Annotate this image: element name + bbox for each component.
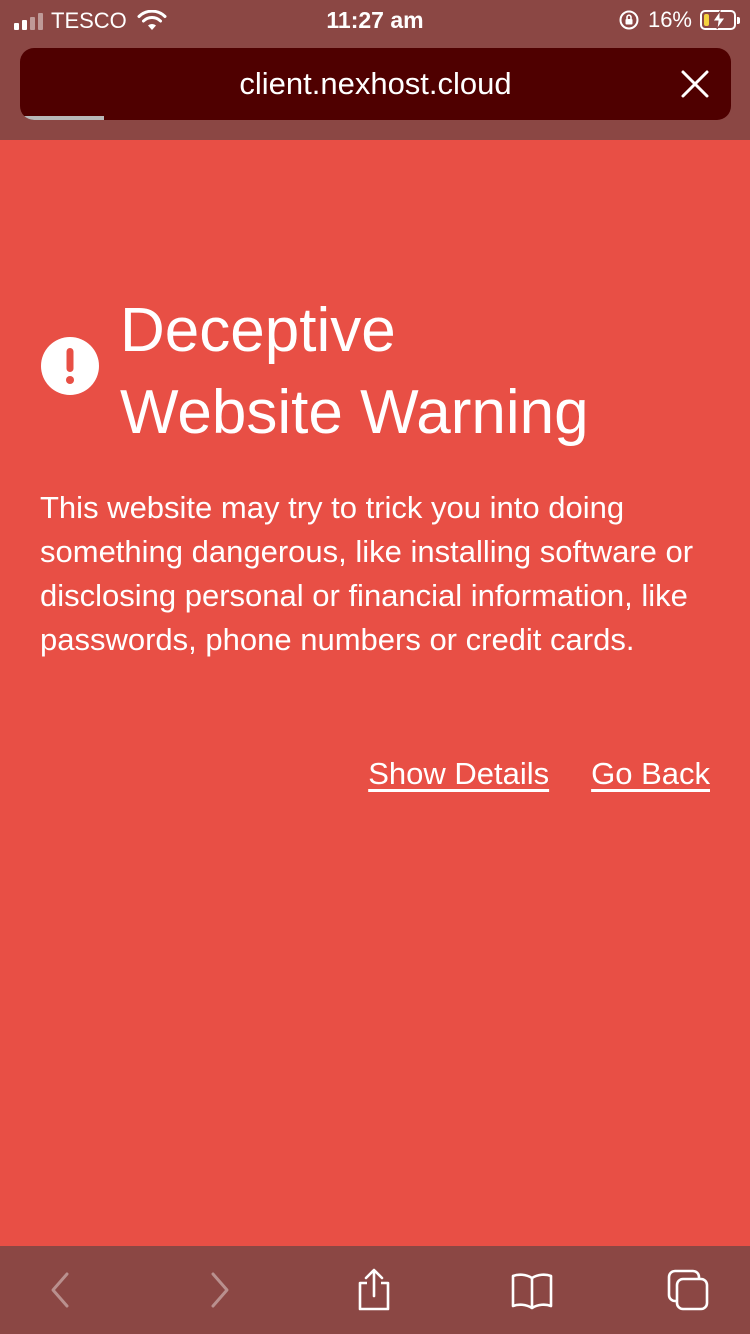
show-details-link[interactable]: Show Details bbox=[368, 756, 549, 792]
battery-level-fill bbox=[704, 14, 710, 26]
browser-address-area: client.nexhost.cloud bbox=[0, 40, 750, 140]
tabs-icon[interactable] bbox=[666, 1268, 710, 1312]
battery-percentage: 16% bbox=[647, 7, 692, 32]
bookmarks-icon[interactable] bbox=[510, 1268, 554, 1312]
warning-title-line2: Website Warning bbox=[120, 378, 589, 447]
back-icon[interactable] bbox=[40, 1268, 84, 1312]
charging-bolt-icon bbox=[712, 10, 726, 30]
warning-title: Deceptive Website Warning bbox=[120, 290, 730, 454]
browser-toolbar bbox=[0, 1246, 750, 1334]
exclamation-circle-icon bbox=[41, 337, 99, 395]
status-bar: TESCO 11:27 am 16% bbox=[0, 0, 750, 40]
share-icon[interactable] bbox=[352, 1268, 396, 1312]
status-right: 16% bbox=[618, 7, 740, 33]
deceptive-website-warning-page: Deceptive Website Warning This website m… bbox=[0, 140, 750, 1246]
rotation-lock-icon bbox=[619, 10, 639, 30]
warning-actions: Show Details Go Back bbox=[368, 756, 710, 792]
page-load-progress bbox=[20, 116, 104, 120]
address-bar[interactable]: client.nexhost.cloud bbox=[20, 48, 731, 120]
warning-description: This website may try to trick you into d… bbox=[40, 490, 694, 657]
url-text[interactable]: client.nexhost.cloud bbox=[20, 66, 731, 102]
forward-icon[interactable] bbox=[198, 1268, 242, 1312]
battery-icon bbox=[700, 10, 740, 30]
warning-title-line1: Deceptive bbox=[120, 296, 396, 365]
go-back-link[interactable]: Go Back bbox=[591, 756, 710, 792]
close-icon[interactable] bbox=[677, 66, 713, 102]
